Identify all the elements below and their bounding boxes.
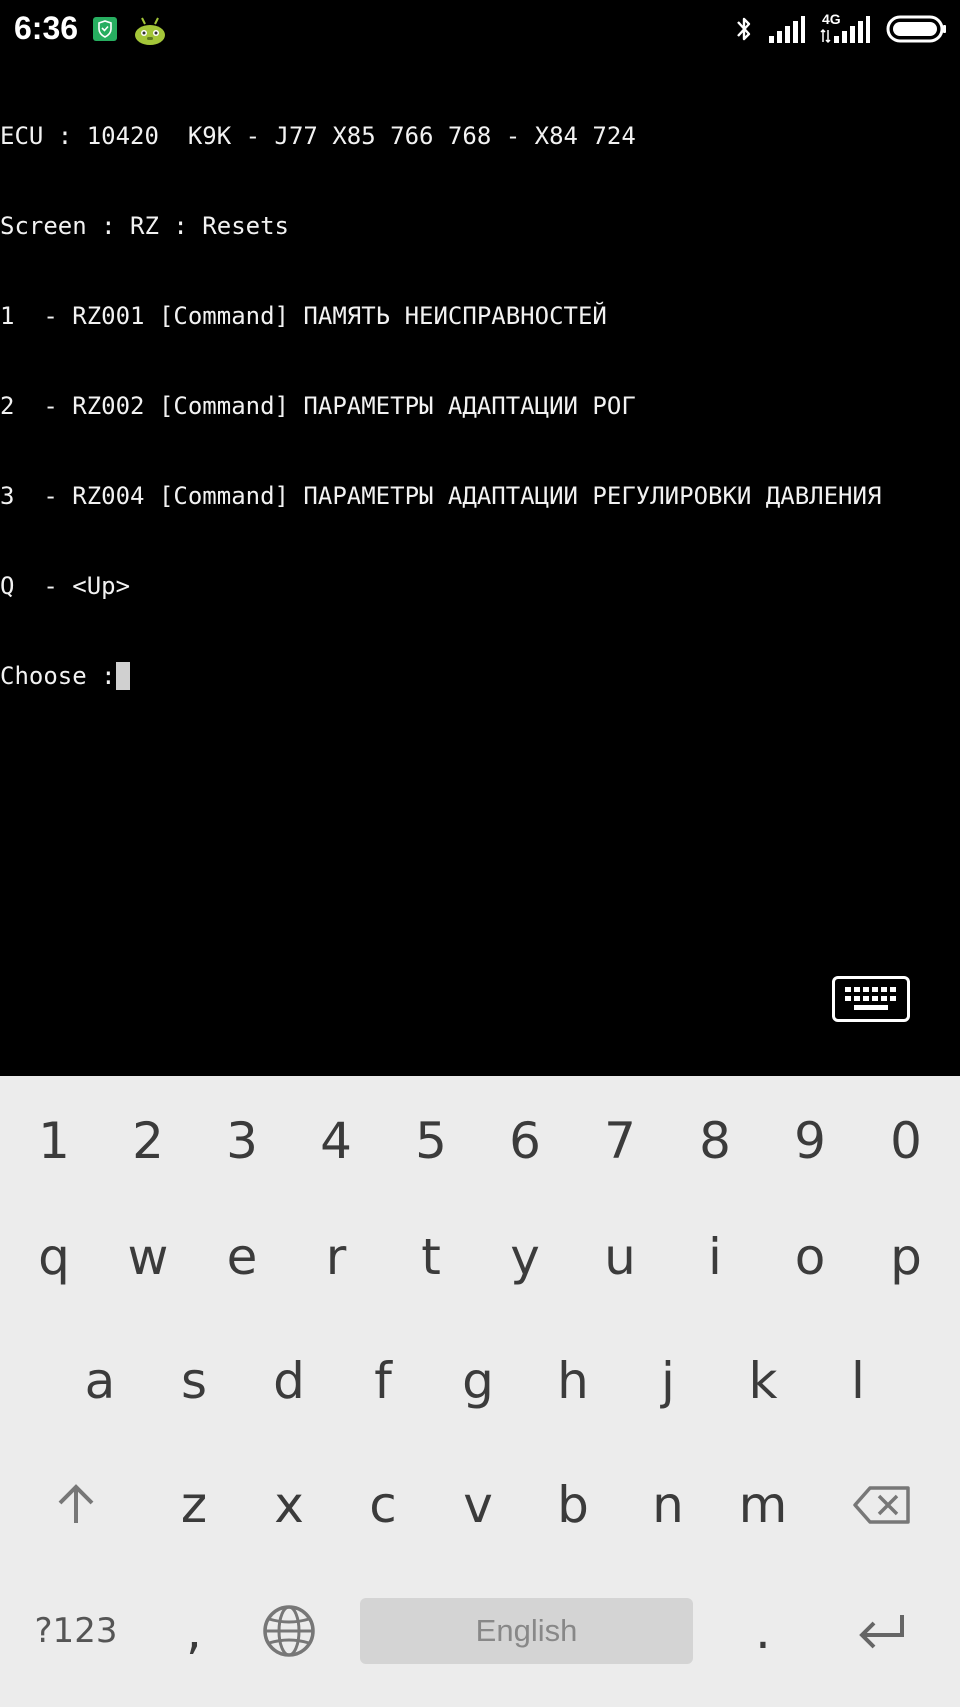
key-t[interactable]: t	[384, 1202, 478, 1312]
terminal-line-option-1: 1 - RZ001 [Command] ПАМЯТЬ НЕИСПРАВНОСТЕ…	[0, 302, 607, 330]
key-3[interactable]: 3	[195, 1086, 289, 1196]
keyboard-number-row: 1 2 3 4 5 6 7 8 9 0	[0, 1086, 960, 1196]
enter-key[interactable]	[826, 1576, 938, 1686]
key-v[interactable]: v	[431, 1450, 525, 1560]
key-7[interactable]: 7	[573, 1086, 667, 1196]
keyboard-row-2: a s d f g h j k l	[0, 1326, 960, 1436]
key-f[interactable]: f	[336, 1326, 430, 1436]
key-k[interactable]: k	[716, 1326, 810, 1436]
space-bar[interactable]: English	[360, 1598, 693, 1664]
key-b[interactable]: b	[526, 1450, 620, 1560]
key-6[interactable]: 6	[478, 1086, 572, 1196]
terminal-prompt: Choose :	[0, 662, 116, 690]
key-p[interactable]: p	[859, 1202, 953, 1312]
key-r[interactable]: r	[289, 1202, 383, 1312]
key-1[interactable]: 1	[7, 1086, 101, 1196]
signal-4g-icon	[820, 16, 870, 44]
key-u[interactable]: u	[573, 1202, 667, 1312]
key-y[interactable]: y	[478, 1202, 572, 1312]
battery-icon	[886, 15, 946, 43]
key-m[interactable]: m	[716, 1450, 810, 1560]
key-i[interactable]: i	[668, 1202, 762, 1312]
key-z[interactable]: z	[147, 1450, 241, 1560]
terminal-line-option-3: 3 - RZ004 [Command] ПАРАМЕТРЫ АДАПТАЦИИ …	[0, 482, 882, 510]
soft-keyboard: 1 2 3 4 5 6 7 8 9 0 q w e r t y u i o p …	[0, 1076, 960, 1707]
shift-arrow-icon	[58, 1484, 94, 1523]
key-2[interactable]: 2	[101, 1086, 195, 1196]
keyboard-toggle-button[interactable]	[832, 976, 910, 1022]
text-cursor	[115, 662, 130, 690]
key-n[interactable]: n	[621, 1450, 715, 1560]
key-o[interactable]: o	[763, 1202, 857, 1312]
language-key[interactable]	[242, 1576, 336, 1686]
key-4[interactable]: 4	[289, 1086, 383, 1196]
key-h[interactable]: h	[526, 1326, 620, 1436]
terminal-prompt-line[interactable]: Choose :	[0, 661, 881, 691]
backspace-icon	[853, 1486, 910, 1524]
key-d[interactable]: d	[242, 1326, 336, 1436]
period-key[interactable]: .	[716, 1576, 810, 1686]
key-s[interactable]: s	[147, 1326, 241, 1436]
keyboard-bottom-row: ?123 , English .	[0, 1576, 960, 1686]
terminal-output: ECU : 10420 K9K - J77 X85 766 768 - X84 …	[0, 61, 881, 751]
key-9[interactable]: 9	[763, 1086, 857, 1196]
key-8[interactable]: 8	[668, 1086, 762, 1196]
globe-icon	[263, 1605, 315, 1657]
enter-arrow-icon	[859, 1615, 904, 1649]
key-a[interactable]: a	[53, 1326, 147, 1436]
keyboard-row-1: q w e r t y u i o p	[0, 1202, 960, 1312]
signal-icon	[769, 16, 805, 43]
comma-key[interactable]: ,	[147, 1576, 241, 1686]
key-5[interactable]: 5	[384, 1086, 478, 1196]
key-j[interactable]: j	[621, 1326, 715, 1436]
key-l[interactable]: l	[811, 1326, 905, 1436]
shield-notification-icon	[93, 17, 117, 41]
terminal-line-screen: Screen : RZ : Resets	[0, 212, 289, 240]
system-icons	[734, 12, 948, 46]
key-q[interactable]: q	[7, 1202, 101, 1312]
key-x[interactable]: x	[242, 1450, 336, 1560]
shift-key[interactable]	[20, 1450, 132, 1560]
key-e[interactable]: e	[195, 1202, 289, 1312]
status-time: 6:36	[14, 10, 79, 46]
keyboard-icon	[845, 987, 896, 1010]
bluetooth-icon	[737, 17, 751, 41]
backspace-key[interactable]	[826, 1450, 938, 1560]
android-notification-icon	[133, 15, 167, 45]
terminal-line-ecu: ECU : 10420 K9K - J77 X85 766 768 - X84 …	[0, 122, 636, 150]
terminal-screen[interactable]: ECU : 10420 K9K - J77 X85 766 768 - X84 …	[0, 58, 960, 1076]
key-0[interactable]: 0	[859, 1086, 953, 1196]
status-bar: 6:36 4G	[0, 0, 960, 58]
key-c[interactable]: c	[336, 1450, 430, 1560]
terminal-line-option-2: 2 - RZ002 [Command] ПАРАМЕТРЫ АДАПТАЦИИ …	[0, 392, 636, 420]
key-w[interactable]: w	[101, 1202, 195, 1312]
keyboard-row-3: z x c v b n m	[0, 1450, 960, 1560]
terminal-line-option-q: Q - <Up>	[0, 572, 131, 600]
symbols-key[interactable]: ?123	[20, 1576, 132, 1686]
key-g[interactable]: g	[431, 1326, 525, 1436]
